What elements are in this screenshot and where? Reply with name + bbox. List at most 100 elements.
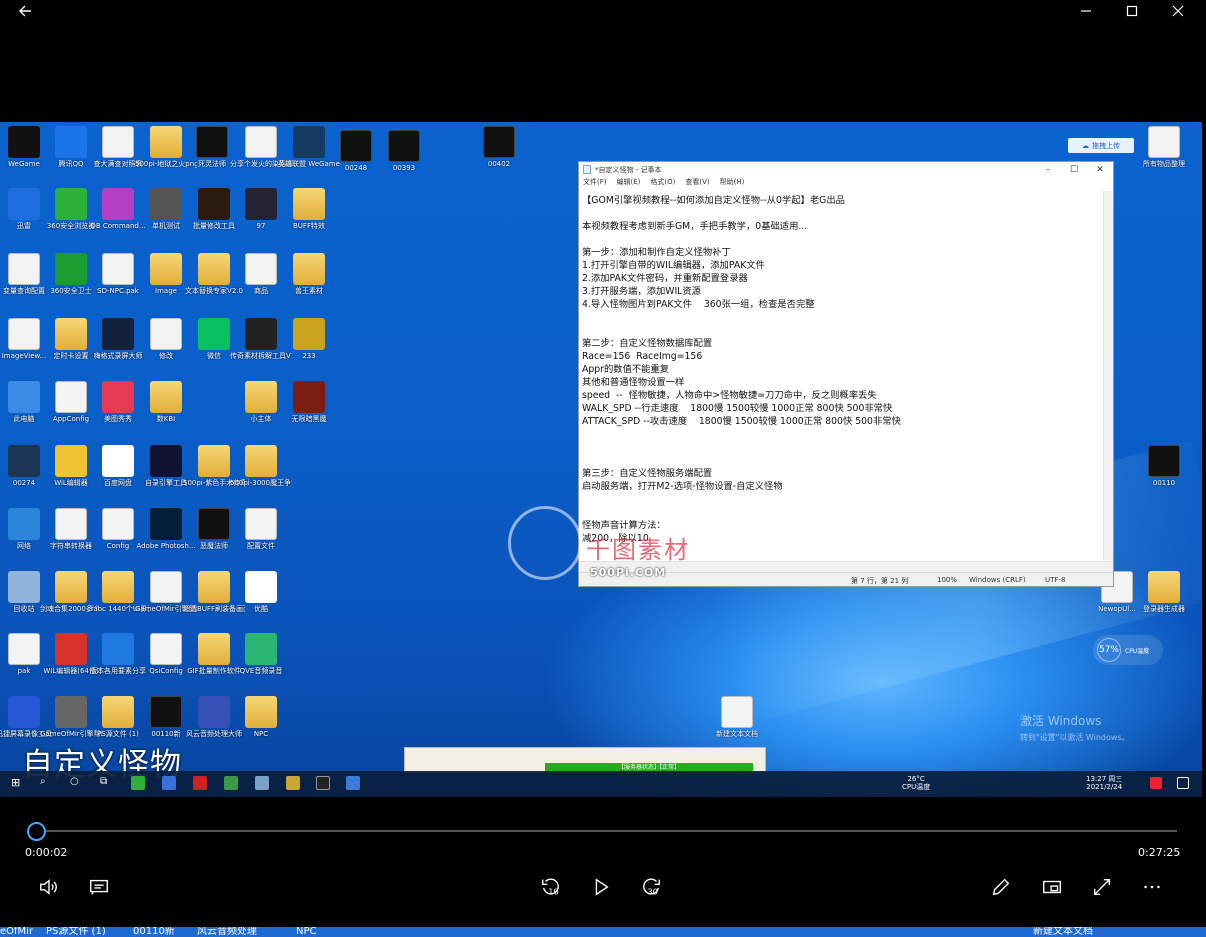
desktop-icon[interactable]: 00110 (1133, 445, 1195, 487)
desktop-icon[interactable]: 新建文本文档 (706, 696, 768, 738)
folder-icon (150, 126, 182, 158)
app-icon (162, 776, 176, 790)
video-frame[interactable]: WeGame腾讯QQ查大满查对照表500pi-地狱之火png序...死灵法师分享… (0, 122, 1202, 797)
activate-windows-notice: 激活 Windows 转到"设置"以激活 Windows。 (1020, 712, 1130, 743)
upload-widget: ☁ 拖拽上传 (1068, 138, 1134, 153)
forward-30-button[interactable]: 30 (636, 872, 666, 902)
file-icon (55, 381, 87, 413)
edit-button[interactable] (986, 872, 1016, 902)
desktop-icon[interactable]: NPC (230, 696, 292, 738)
rewind-10-button[interactable]: 10 (536, 872, 566, 902)
play-button[interactable] (586, 872, 616, 902)
app-icon (55, 253, 87, 285)
menu-format[interactable]: 格式(O) (650, 177, 675, 189)
notepad-taskbar-icon (346, 776, 360, 790)
app-icon (245, 188, 277, 220)
fullscreen-button[interactable] (1087, 872, 1117, 902)
subtitles-button[interactable] (84, 872, 114, 902)
desktop-icon[interactable]: BUFF特效 (278, 188, 340, 230)
app-icon (8, 381, 40, 413)
close-icon: ✕ (1096, 164, 1104, 175)
app-icon (198, 188, 230, 220)
notepad-line (582, 233, 1100, 246)
app-icon (245, 318, 277, 350)
notepad-maximize-button[interactable]: ☐ (1061, 162, 1087, 177)
desktop-icon-label: 00393 (392, 164, 416, 172)
back-button[interactable] (2, 0, 48, 22)
desktop-icon[interactable]: 无限暗黑魔 (278, 381, 340, 423)
app-icon (198, 696, 230, 728)
app-icon (245, 571, 277, 603)
menu-file[interactable]: 文件(F) (583, 177, 607, 189)
desktop-icon[interactable]: 兽王素材 (278, 253, 340, 295)
windows-start-icon: ⊞ (11, 776, 21, 789)
app-icon (8, 696, 40, 728)
file-icon (245, 253, 277, 285)
desktop-icon[interactable]: 00393 (373, 130, 435, 172)
app-icon (316, 776, 330, 790)
dark-icon (340, 130, 372, 162)
file-icon (8, 633, 40, 665)
tray-clock: 13:27 周三 2021/2/24 (1086, 775, 1123, 791)
file-icon (245, 126, 277, 158)
folder-icon (198, 571, 230, 603)
desktop-icon[interactable]: 登录器生成器 (1133, 571, 1195, 613)
notepad-line (582, 493, 1100, 506)
app-icon (293, 126, 325, 158)
app-icon (150, 445, 182, 477)
desktop-icon[interactable]: 所有物品整理 (1133, 126, 1195, 168)
seek-bar[interactable] (36, 830, 1177, 832)
desktop-icon[interactable]: 00402 (468, 126, 530, 168)
desktop-icon[interactable]: 优酷 (230, 571, 292, 613)
app-icon (55, 126, 87, 158)
notepad-minimize-button[interactable]: – (1035, 162, 1061, 177)
dark-icon (1148, 445, 1180, 477)
notepad-line: 1.打开引擎自带的WIL编辑器，添加PAK文件 (582, 260, 765, 271)
desktop-icon-label: 配置文件 (247, 542, 275, 550)
cpu-temp-widget: 57% CPU温度 (1093, 635, 1163, 665)
search-icon: ⌕ (40, 776, 46, 787)
desktop-icon[interactable]: 500pi-3000魔王争霸游... (230, 445, 292, 487)
maximize-button[interactable] (1109, 0, 1155, 22)
menu-help[interactable]: 帮助(H) (720, 177, 745, 189)
back-arrow-icon (19, 5, 31, 17)
status-eol: Windows (CRLF) (969, 576, 1026, 584)
total-time: 0:27:25 (1138, 846, 1181, 859)
notepad-line: 2.添加PAK文件密码，并重新配置登录器 (582, 273, 748, 284)
app-icon (55, 445, 87, 477)
mini-view-button[interactable] (1037, 872, 1067, 902)
notepad-vertical-scrollbar[interactable] (1103, 191, 1113, 560)
minimize-button[interactable] (1063, 0, 1109, 22)
current-time: 0:00:02 (25, 846, 68, 859)
maximize-icon (1126, 5, 1138, 17)
volume-button[interactable] (34, 872, 64, 902)
menu-edit[interactable]: 编辑(E) (617, 177, 641, 189)
close-button[interactable] (1155, 0, 1201, 22)
file-icon (150, 318, 182, 350)
dark-icon (483, 126, 515, 158)
menu-view[interactable]: 查看(V) (685, 177, 709, 189)
rewind-10-icon: 10 (542, 878, 559, 896)
notepad-close-button[interactable]: ✕ (1087, 162, 1113, 177)
notification-icon (1150, 777, 1162, 789)
desktop-icon[interactable]: 配置文件 (230, 508, 292, 550)
folder-icon (102, 696, 134, 728)
app-icon (193, 776, 207, 790)
desktop-icon[interactable]: QVE音频录音 (230, 633, 292, 675)
folder-icon (245, 696, 277, 728)
file-icon (55, 508, 87, 540)
seek-thumb[interactable] (27, 822, 46, 841)
notepad-title: *自定义怪物 - 记事本 (595, 165, 662, 174)
volume-icon (40, 879, 57, 895)
notepad-text-area[interactable]: 【GOM引擎视频教程--如何添加自定义怪物--从0学起】老G出品 本视频教程考虑… (581, 191, 1101, 560)
desktop-icon[interactable]: 数KBI (135, 381, 197, 423)
notepad-icon (583, 165, 591, 174)
cpu-label: CPU温度 (1125, 647, 1150, 655)
background-desktop-strip: eOfMir PS源文件 (1) 00110新 风云音频处理 NPC 新建文本文… (0, 927, 1206, 937)
file-icon (102, 508, 134, 540)
folder-icon (1148, 571, 1180, 603)
notepad-line (582, 454, 1100, 467)
notepad-line: 第三步：自定义怪物服务端配置 (582, 468, 713, 479)
desktop-icon[interactable]: 233 (278, 318, 340, 360)
more-options-button[interactable] (1137, 872, 1167, 902)
